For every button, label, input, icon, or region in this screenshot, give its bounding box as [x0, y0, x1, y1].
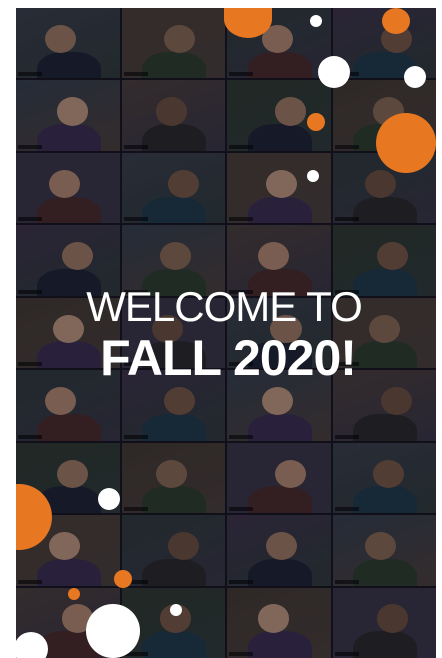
- white-dot: [404, 66, 426, 88]
- headline-line1: WELCOME TO: [86, 283, 363, 330]
- headline-line2: FALL 2020!: [100, 330, 357, 386]
- headline: WELCOME TO FALL 2020!: [16, 283, 436, 387]
- white-dot: [170, 604, 182, 616]
- orange-dot: [68, 588, 80, 600]
- white-dot: [307, 170, 319, 182]
- white-dot: [310, 15, 322, 27]
- orange-dot: [114, 570, 132, 588]
- welcome-poster: WELCOME TO FALL 2020!: [16, 8, 436, 658]
- white-dot: [98, 488, 120, 510]
- white-dot: [318, 56, 350, 88]
- orange-dot: [382, 8, 410, 34]
- white-dot: [86, 604, 140, 658]
- orange-dot: [307, 113, 325, 131]
- orange-dot: [376, 113, 436, 173]
